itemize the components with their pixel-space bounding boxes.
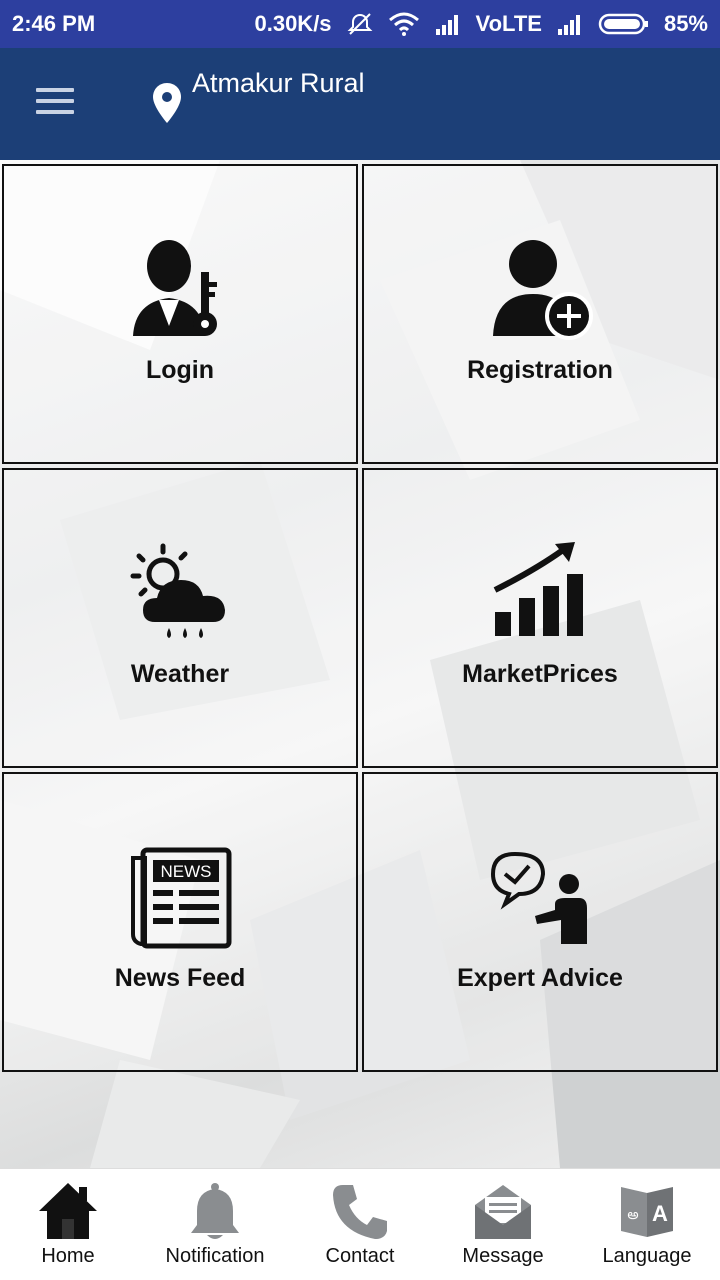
nav-label: Contact xyxy=(325,1245,395,1267)
battery-icon xyxy=(598,12,650,36)
tile-registration[interactable]: Registration xyxy=(362,164,718,464)
app-bar: Atmakur Rural xyxy=(0,48,720,160)
signal-icon-2 xyxy=(556,13,584,35)
mute-icon xyxy=(346,12,374,36)
nav-notification[interactable]: Notification xyxy=(155,1169,275,1280)
network-speed: 0.30K/s xyxy=(254,11,332,36)
nav-contact[interactable]: Contact xyxy=(310,1169,410,1280)
wifi-icon xyxy=(388,12,420,36)
tile-news-feed[interactable]: NEWS News Feed xyxy=(2,772,358,1072)
tile-weather[interactable]: Weather xyxy=(2,468,358,768)
tile-label: Login xyxy=(145,356,215,384)
newspaper-icon: NEWS xyxy=(4,844,356,954)
dashboard-grid: Login Registration Weather MarketPrices … xyxy=(0,160,720,1168)
nav-label: Message xyxy=(462,1245,544,1267)
home-icon xyxy=(37,1181,99,1246)
tile-label: Registration xyxy=(467,356,613,384)
envelope-icon xyxy=(473,1181,533,1246)
location-title[interactable]: Atmakur Rural xyxy=(192,68,365,99)
tile-label: News Feed xyxy=(114,964,246,992)
tile-market-prices[interactable]: MarketPrices xyxy=(362,468,718,768)
battery-level: 85% xyxy=(663,11,708,36)
nav-message[interactable]: Message xyxy=(448,1169,558,1280)
user-key-icon xyxy=(4,236,356,346)
bell-icon xyxy=(189,1181,241,1246)
svg-text:అ: అ xyxy=(627,1206,638,1222)
weather-icon xyxy=(4,540,356,650)
svg-text:A: A xyxy=(652,1201,668,1226)
status-time: 2:46 PM xyxy=(12,11,96,36)
nav-home[interactable]: Home xyxy=(18,1169,118,1280)
tile-label: MarketPrices xyxy=(462,660,618,688)
bottom-navigation: Home Notification Contact Message అA Lan… xyxy=(0,1168,720,1280)
nav-label: Language xyxy=(602,1245,692,1267)
chart-growth-icon xyxy=(364,540,716,650)
translate-icon: అA xyxy=(617,1181,677,1246)
add-user-icon xyxy=(364,236,716,346)
location-pin-icon xyxy=(152,82,182,129)
status-bar: 2:46 PM 0.30K/s VoLTE 85% xyxy=(0,0,720,48)
nav-label: Notification xyxy=(165,1245,265,1267)
phone-icon xyxy=(331,1181,389,1246)
tile-login[interactable]: Login xyxy=(2,164,358,464)
tile-label: Weather xyxy=(130,660,230,688)
expert-advice-icon xyxy=(364,844,716,954)
tile-expert-advice[interactable]: Expert Advice xyxy=(362,772,718,1072)
signal-icon xyxy=(434,13,462,35)
nav-label: Home xyxy=(41,1245,95,1267)
nav-language[interactable]: అA Language xyxy=(592,1169,702,1280)
svg-text:NEWS: NEWS xyxy=(161,862,212,881)
tile-label: Expert Advice xyxy=(457,964,623,992)
network-type: VoLTE xyxy=(475,11,542,36)
menu-icon[interactable] xyxy=(36,88,76,118)
